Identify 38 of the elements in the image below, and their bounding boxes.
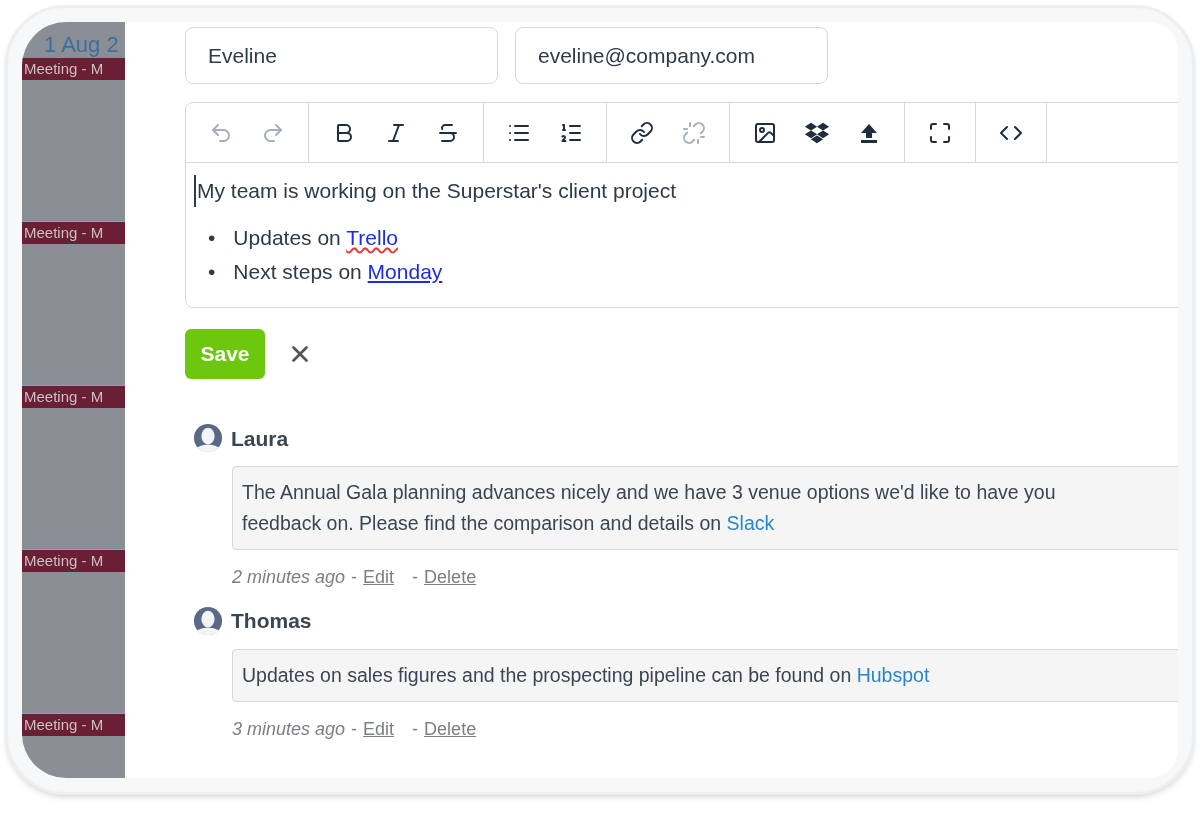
box-icon — [805, 120, 829, 145]
edit-link[interactable]: Edit — [363, 715, 395, 743]
separator: - — [412, 566, 419, 589]
bullet-marker: • — [208, 258, 216, 285]
editor-bullet: Next steps on Monday — [233, 258, 443, 285]
avatar-icon — [193, 605, 223, 636]
calendar-event[interactable]: Meeting - M — [22, 550, 125, 572]
name-field[interactable]: Eveline — [185, 27, 498, 84]
comment-time: 2 minutes ago — [232, 566, 346, 589]
delete-link[interactable]: Delete — [424, 564, 477, 591]
comment-author: Thomas — [231, 608, 312, 634]
editor-link[interactable]: Trello — [346, 225, 398, 249]
email-field[interactable]: eveline@company.com — [515, 27, 828, 84]
comment-time: 3 minutes ago — [232, 717, 346, 741]
comment-text: Updates on sales figures and the prospecting pipeline can be found on Hubspot — [242, 662, 931, 688]
separator: - — [351, 566, 358, 589]
comment-text: The Annual Gala planning advances nicely and we have 3 venue options we'd like to have you feedback on. Please find the comparison and details on Slack — [242, 480, 1057, 536]
unlink-icon — [682, 120, 706, 145]
link-icon — [630, 120, 654, 145]
separator: - — [412, 717, 419, 741]
delete-link[interactable]: Delete — [424, 715, 477, 743]
calendar-event[interactable]: Meeting - M — [22, 222, 125, 244]
calendar-event[interactable]: Meeting - M — [22, 58, 125, 80]
bullet-marker: • — [208, 224, 216, 251]
editor-paragraph: My team is working on the Superstar's client project — [194, 175, 677, 207]
image-icon — [753, 120, 777, 145]
calendar-event[interactable]: Meeting - M — [22, 386, 125, 408]
comment-author: Laura — [231, 425, 289, 452]
avatar-icon — [193, 423, 223, 454]
editor-bullet: Updates on Trello — [233, 224, 398, 251]
calendar-event[interactable]: Meeting - M — [22, 714, 125, 736]
separator: - — [351, 717, 358, 741]
editor-link[interactable]: Monday — [367, 259, 443, 283]
calendar-date: 1 Aug 2 — [43, 31, 120, 58]
fullscreen-icon — [928, 120, 952, 145]
comment-link[interactable]: Slack — [726, 512, 775, 534]
comment-link[interactable]: Hubspot — [856, 663, 930, 686]
edit-link[interactable]: Edit — [363, 564, 395, 591]
